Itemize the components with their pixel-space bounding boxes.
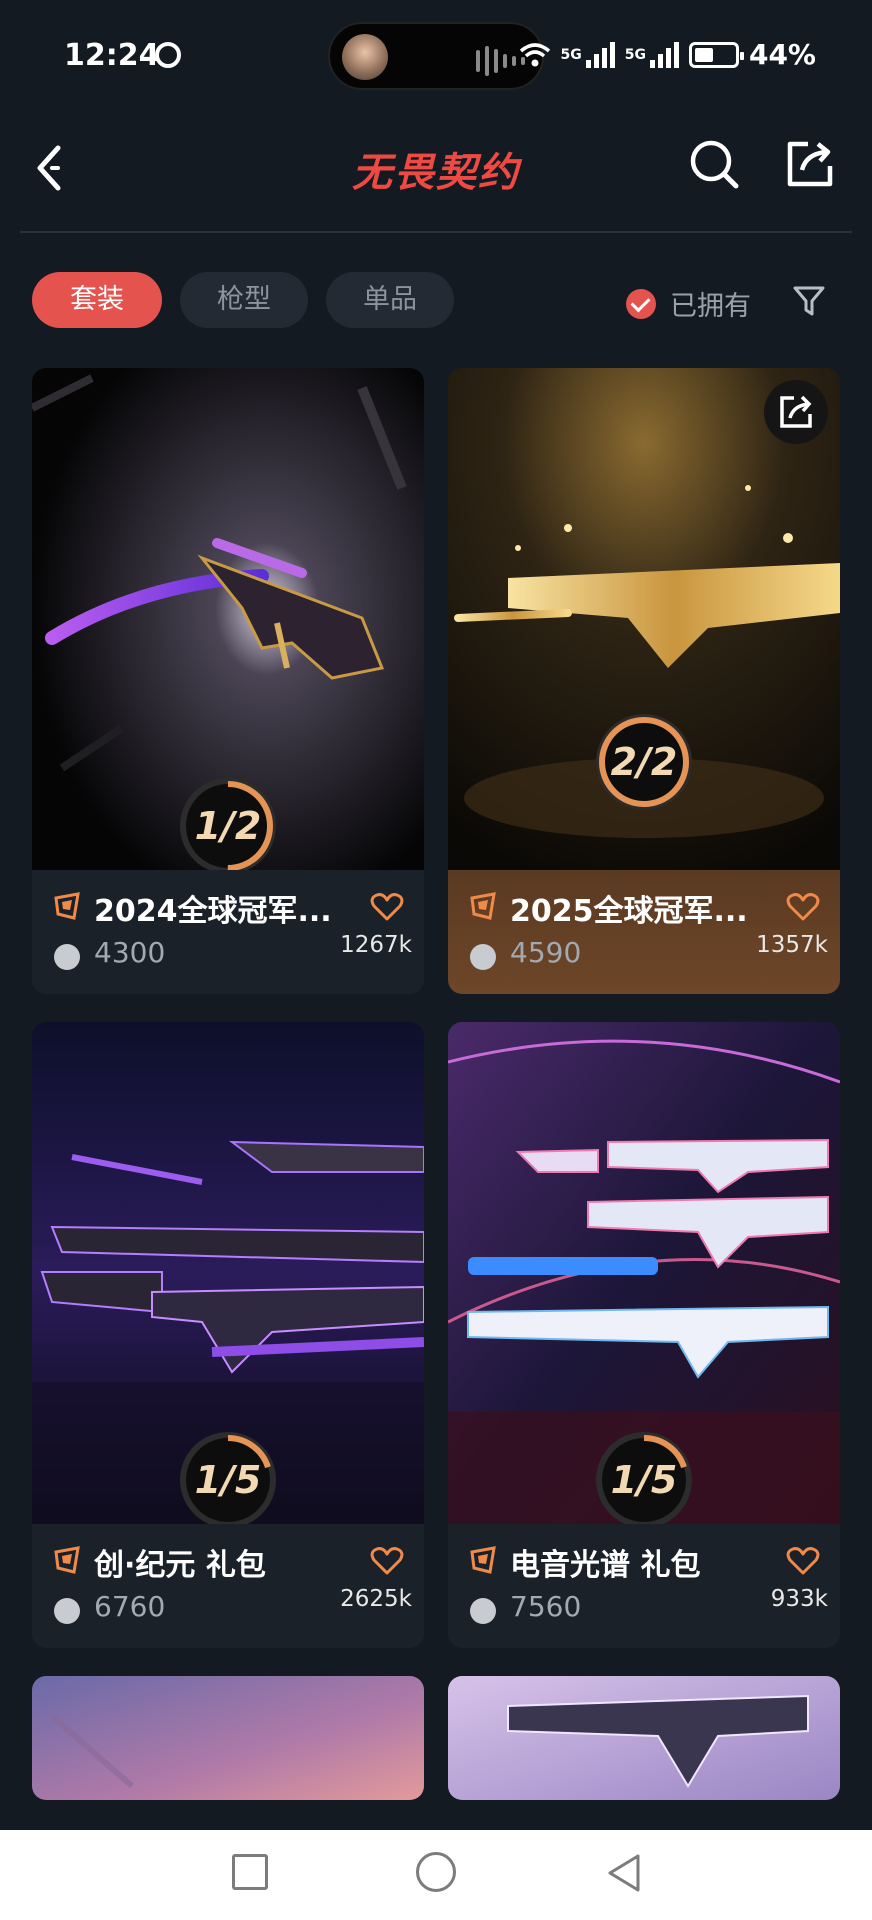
badge-count: 1/5 (610, 1458, 678, 1502)
heart-icon[interactable] (786, 1546, 820, 1576)
header: 无畏契约 (0, 110, 872, 232)
network-label-2: 5G (624, 46, 646, 63)
owned-label: 已拥有 (670, 291, 751, 322)
bundle-card[interactable] (32, 1676, 424, 1800)
header-divider (20, 231, 852, 233)
tab-weapon-type[interactable]: 枪型 (180, 272, 308, 328)
like-count: 2625k (340, 1586, 412, 1612)
dynamic-island[interactable] (328, 22, 544, 90)
currency-icon (470, 1598, 496, 1624)
back-icon[interactable] (604, 1852, 644, 1894)
bundle-price: 4590 (510, 936, 582, 969)
collection-progress-badge: 1/5 (596, 1432, 692, 1528)
bundle-image (448, 1676, 840, 1800)
badge-count: 1/2 (194, 804, 262, 848)
status-icons: 5G 5G 44% (519, 38, 816, 71)
heart-icon[interactable] (370, 892, 404, 922)
currency-icon (54, 1598, 80, 1624)
recent-apps-icon[interactable] (232, 1854, 268, 1890)
like-count: 933k (770, 1586, 828, 1612)
card-info: 创·纪元 礼包 6760 2625k (32, 1524, 424, 1648)
like-count: 1267k (340, 932, 412, 958)
bundle-card[interactable]: 1/5 创·纪元 礼包 6760 2625k (32, 1022, 424, 1648)
bundle-card[interactable]: 1/2 2024全球冠军... 4300 1267k (32, 368, 424, 994)
signal-icon (585, 41, 615, 68)
bundle-price: 7560 (510, 1590, 582, 1623)
status-time: 12:24 (64, 38, 160, 73)
bundle-name: 电音光谱 礼包 (510, 1548, 701, 1583)
badge-count: 2/2 (610, 740, 678, 784)
wifi-icon (519, 42, 550, 66)
bundle-name: 2024全球冠军... (94, 894, 332, 929)
tier-icon (54, 892, 80, 920)
heart-icon[interactable] (370, 1546, 404, 1576)
tier-icon (470, 1546, 496, 1574)
share-icon[interactable] (782, 136, 838, 192)
checkbox-checked-icon[interactable] (626, 288, 656, 319)
card-info: 电音光谱 礼包 7560 933k (448, 1524, 840, 1648)
bundle-name: 创·纪元 礼包 (94, 1548, 266, 1583)
collection-progress-badge: 1/5 (180, 1432, 276, 1528)
tier-icon (54, 1546, 80, 1574)
media-avatar-icon (342, 34, 388, 80)
filter-icon[interactable] (792, 284, 826, 318)
search-icon[interactable] (686, 136, 742, 192)
bundle-card[interactable]: 2/2 2025全球冠军... 4590 1357k (448, 368, 840, 994)
bundle-name: 2025全球冠军... (510, 894, 748, 929)
alarm-icon (155, 42, 181, 68)
bundle-card[interactable] (448, 1676, 840, 1800)
share-card-button[interactable] (764, 380, 828, 444)
bundle-image (32, 1676, 424, 1800)
signal-icon-2 (649, 41, 679, 68)
like-count: 1357k (756, 932, 828, 958)
tab-bundles[interactable]: 套装 (32, 272, 162, 328)
bundle-price: 6760 (94, 1590, 166, 1623)
home-icon[interactable] (416, 1852, 456, 1892)
heart-icon[interactable] (786, 892, 820, 922)
system-nav-bar (0, 1830, 872, 1920)
battery-icon (688, 41, 744, 68)
network-label-1: 5G (560, 46, 582, 63)
currency-icon (470, 944, 496, 970)
currency-icon (54, 944, 80, 970)
collection-progress-badge: 2/2 (596, 714, 692, 810)
battery-percent: 44% (748, 38, 816, 71)
badge-count: 1/5 (194, 1458, 262, 1502)
tab-single-items[interactable]: 单品 (326, 272, 454, 328)
bundle-price: 4300 (94, 936, 166, 969)
collection-progress-badge: 1/2 (180, 778, 276, 874)
filter-bar: 套装 枪型 单品 已拥有 (0, 272, 872, 330)
card-info: 2024全球冠军... 4300 1267k (32, 870, 424, 994)
status-bar: 12:24 5G 5G 44% (0, 0, 872, 110)
card-info: 2025全球冠军... 4590 1357k (448, 870, 840, 994)
share-icon (780, 395, 812, 428)
owned-toggle[interactable]: 已拥有 (626, 284, 751, 323)
bundle-card[interactable]: 1/5 电音光谱 礼包 7560 933k (448, 1022, 840, 1648)
tier-icon (470, 892, 496, 920)
